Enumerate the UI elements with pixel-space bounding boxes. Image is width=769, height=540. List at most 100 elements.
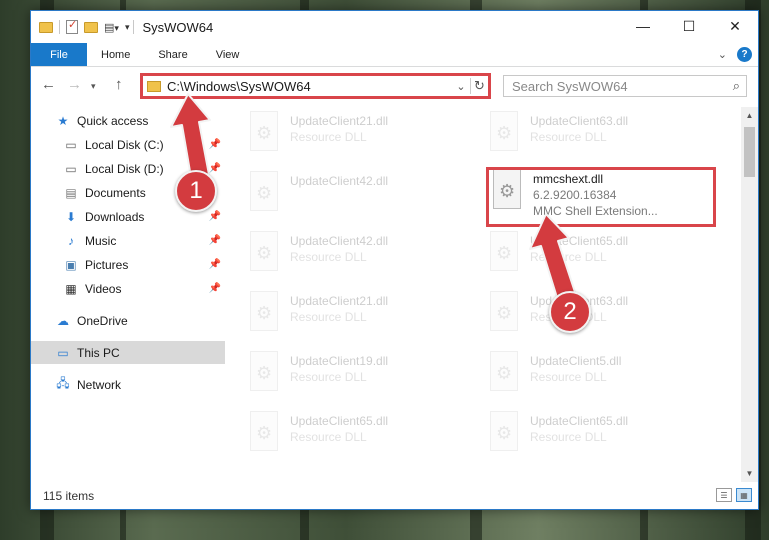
ribbon-tabs: File Home Share View ⌄ ? bbox=[31, 43, 758, 67]
vertical-scrollbar[interactable]: ▲ ▼ bbox=[741, 107, 758, 482]
window-title: SysWOW64 bbox=[142, 19, 214, 35]
star-icon: ★ bbox=[57, 113, 69, 128]
forward-arrow-icon[interactable]: → bbox=[67, 76, 82, 93]
file-item[interactable]: ⚙ UpdateClient65.dll Resource DLL bbox=[486, 411, 716, 463]
file-name: UpdateClient21.dll bbox=[290, 114, 389, 128]
file-item[interactable]: ⚙ UpdateClient65.dll Resource DLL bbox=[246, 411, 476, 463]
file-item[interactable]: ⚙ UpdateClient63.dllResource DLL bbox=[486, 111, 716, 163]
pin-icon[interactable]: 📌 bbox=[209, 139, 221, 150]
file-list: ⚙ UpdateClient21.dll Resource DLL ⚙ Updat… bbox=[236, 107, 741, 477]
customize-toolbar-icon[interactable]: ▤▾ bbox=[104, 21, 119, 34]
item-count: 115 items bbox=[43, 489, 95, 503]
highlight-box bbox=[486, 167, 716, 227]
file-item[interactable]: ⚙ UpdateClient21.dll Resource DLL bbox=[246, 111, 476, 163]
sidebar-item-pictures[interactable]: ▣ Pictures 📌 bbox=[31, 253, 225, 276]
recent-locations-icon[interactable]: ▾ bbox=[91, 81, 96, 92]
sidebar-item-this-pc[interactable]: ▭ This PC bbox=[31, 341, 225, 364]
maximize-button[interactable]: ☐ bbox=[666, 11, 712, 41]
dll-file-icon: ⚙ bbox=[246, 351, 282, 393]
dll-file-icon: ⚙ bbox=[246, 411, 282, 453]
minimize-button[interactable]: — bbox=[620, 11, 666, 41]
scroll-down-icon[interactable]: ▼ bbox=[741, 465, 758, 482]
sidebar-item-network[interactable]: 🖧 Network bbox=[31, 373, 225, 396]
scroll-up-icon[interactable]: ▲ bbox=[741, 107, 758, 124]
file-type: Resource DLL bbox=[530, 130, 607, 144]
tab-share[interactable]: Share bbox=[144, 43, 201, 66]
file-item[interactable]: ⚙ UpdateClient42.dll Resource DLL bbox=[246, 231, 476, 283]
videos-icon: ▦ bbox=[65, 281, 77, 296]
tab-home[interactable]: Home bbox=[87, 43, 144, 66]
tab-view[interactable]: View bbox=[202, 43, 254, 66]
sidebar-item-quick-access[interactable]: ★ Quick access bbox=[31, 109, 225, 132]
large-icons-view-icon[interactable]: ▦ bbox=[736, 488, 752, 502]
file-type: Resource DLL bbox=[290, 370, 367, 384]
drive-icon: ▭ bbox=[65, 161, 77, 176]
pin-icon[interactable]: 📌 bbox=[209, 283, 221, 294]
pin-icon[interactable]: 📌 bbox=[209, 235, 221, 246]
sidebar-item-label: Music bbox=[85, 233, 117, 248]
pictures-icon: ▣ bbox=[65, 257, 77, 272]
computer-icon: ▭ bbox=[57, 345, 69, 360]
sidebar-item-onedrive[interactable]: ☁ OneDrive bbox=[31, 309, 225, 332]
dll-file-icon: ⚙ bbox=[246, 231, 282, 273]
sidebar-item-label: Downloads bbox=[85, 209, 145, 224]
file-item[interactable]: ⚙ UpdateClient42.dll bbox=[246, 171, 476, 223]
file-item[interactable]: ⚙ UpdateClient65.dll Resource DLL bbox=[486, 231, 716, 283]
file-type: Resource DLL bbox=[290, 130, 367, 144]
file-name: UpdateClient42.dll bbox=[290, 174, 389, 188]
expand-ribbon-icon[interactable]: ⌄ bbox=[718, 48, 727, 61]
sidebar-item-videos[interactable]: ▦ Videos 📌 bbox=[31, 277, 225, 300]
dll-file-icon: ⚙ bbox=[246, 171, 282, 213]
up-arrow-icon[interactable]: ↑ bbox=[115, 76, 123, 93]
cloud-icon: ☁ bbox=[57, 313, 69, 328]
title-bar: ▤▾ ▾ SysWOW64 — ☐ ✕ bbox=[31, 11, 758, 43]
callout-badge-2: 2 bbox=[549, 291, 591, 333]
sidebar-item-label: Videos bbox=[85, 281, 122, 296]
properties-icon[interactable] bbox=[66, 18, 78, 34]
search-input[interactable]: Search SysWOW64 ⌕ bbox=[503, 75, 747, 97]
status-bar: 115 items ☰ ▦ bbox=[31, 483, 758, 509]
sidebar-item-local-disk-c[interactable]: ▭ Local Disk (C:) 📌 bbox=[31, 133, 225, 156]
explorer-window: ▤▾ ▾ SysWOW64 — ☐ ✕ File Home Share View… bbox=[30, 10, 759, 510]
scrollbar-thumb[interactable] bbox=[744, 127, 755, 177]
navigation-pane: ★ Quick access ▭ Local Disk (C:) 📌 ▭ Loc… bbox=[31, 107, 225, 477]
search-icon[interactable]: ⌕ bbox=[733, 78, 740, 94]
pin-icon[interactable]: 📌 bbox=[209, 163, 221, 174]
toolbar-dropdown-icon[interactable]: ▾ bbox=[125, 22, 130, 33]
dll-file-icon: ⚙ bbox=[486, 291, 522, 333]
pin-icon[interactable]: 📌 bbox=[209, 259, 221, 270]
dll-file-icon: ⚙ bbox=[486, 111, 522, 153]
file-item[interactable]: ⚙ UpdateClient19.dll Resource DLL bbox=[246, 351, 476, 403]
file-name: UpdateClient65.dll bbox=[530, 414, 629, 428]
file-item[interactable]: ⚙ UpdateClient21.dll Resource DLL bbox=[246, 291, 476, 343]
title-divider bbox=[133, 20, 135, 34]
file-name: UpdateClient42.dll bbox=[290, 234, 389, 248]
file-type: Resource DLL bbox=[290, 250, 367, 264]
sidebar-item-label: Network bbox=[77, 377, 122, 392]
navigation-bar: ← → ▾ ↑ C:\Windows\SysWOW64 ⌄ ↻ Search S… bbox=[31, 73, 758, 99]
help-icon[interactable]: ? bbox=[737, 47, 752, 62]
file-item[interactable]: ⚙ UpdateClient63.dllResource DLL bbox=[486, 291, 716, 343]
sidebar-item-label: Local Disk (D:) bbox=[85, 161, 164, 176]
close-button[interactable]: ✕ bbox=[712, 11, 758, 41]
sidebar-item-label: Documents bbox=[85, 185, 146, 200]
folder-icon bbox=[147, 80, 161, 92]
sidebar-item-music[interactable]: ♪ Music 📌 bbox=[31, 229, 225, 252]
tab-file[interactable]: File bbox=[31, 43, 87, 66]
address-bar[interactable]: C:\Windows\SysWOW64 ⌄ ↻ bbox=[140, 73, 491, 99]
pin-icon[interactable]: 📌 bbox=[209, 211, 221, 222]
new-folder-icon[interactable] bbox=[84, 21, 98, 33]
file-item[interactable]: ⚙ UpdateClient5.dll Resource DLL bbox=[486, 351, 716, 403]
address-dropdown-icon[interactable]: ⌄ bbox=[452, 80, 470, 93]
callout-badge-1: 1 bbox=[175, 170, 217, 212]
file-type: Resource DLL bbox=[290, 430, 367, 444]
sidebar-item-label: Local Disk (C:) bbox=[85, 137, 164, 152]
sidebar-item-label: This PC bbox=[77, 345, 120, 360]
search-placeholder: Search SysWOW64 bbox=[512, 78, 628, 94]
address-path[interactable]: C:\Windows\SysWOW64 bbox=[167, 79, 452, 94]
music-icon: ♪ bbox=[68, 233, 74, 248]
folder-icon[interactable] bbox=[39, 21, 53, 33]
refresh-icon[interactable]: ↻ bbox=[470, 78, 488, 94]
back-arrow-icon[interactable]: ← bbox=[41, 76, 56, 93]
details-view-icon[interactable]: ☰ bbox=[716, 488, 732, 502]
